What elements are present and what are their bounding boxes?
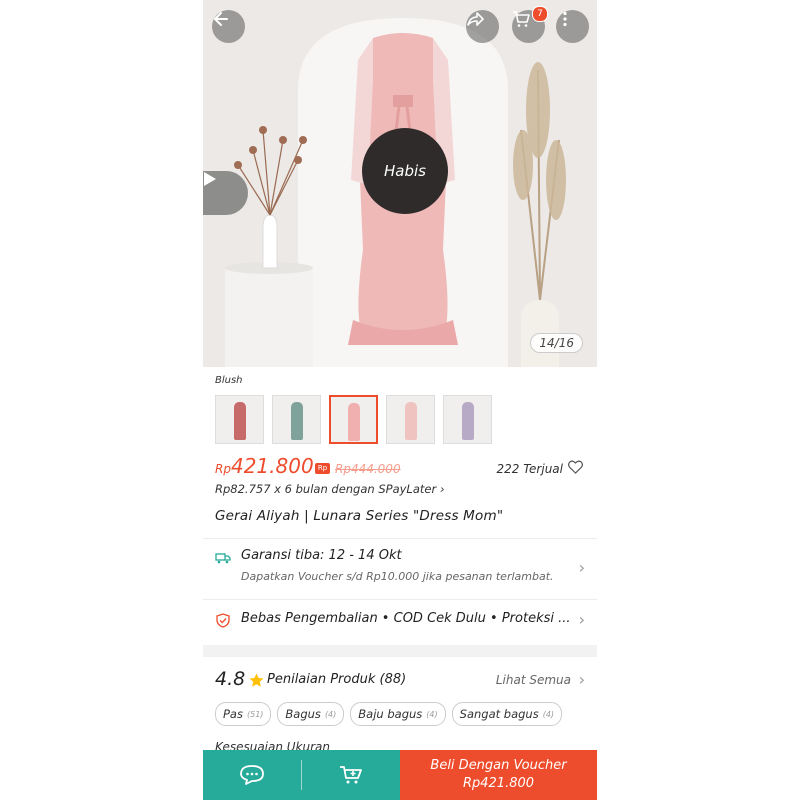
- play-video-button[interactable]: [203, 171, 248, 215]
- cart-count-badge: 7: [532, 6, 548, 22]
- more-button[interactable]: [556, 10, 589, 43]
- heart-icon[interactable]: [568, 460, 583, 474]
- original-price: Rp444.000: [335, 462, 401, 476]
- price: Rp421.800: [215, 454, 314, 478]
- chip-count: (4): [542, 709, 555, 719]
- chevron-right-icon: ›: [578, 670, 585, 689]
- divider: [203, 599, 597, 600]
- share-icon: [467, 12, 484, 26]
- truck-icon: [215, 553, 231, 564]
- shipping-subtitle: Dapatkan Voucher s/d Rp10.000 jika pesan…: [241, 570, 554, 583]
- chip-label: Pas: [223, 707, 243, 721]
- variant-selected-label: Blush: [215, 375, 243, 386]
- share-button[interactable]: [466, 10, 499, 43]
- product-image[interactable]: 7 Habis 14/16: [203, 0, 597, 367]
- see-all-link[interactable]: Lihat Semua: [496, 673, 571, 687]
- product-title: Gerai Aliyah | Lunara Series "Dress Mom": [215, 508, 504, 524]
- price-row: Rp421.800 Rp Rp444.000 222 Terjual: [215, 454, 583, 480]
- soldout-badge: Habis: [362, 128, 448, 214]
- shipping-title: Garansi tiba: 12 - 14 Okt: [241, 548, 402, 563]
- product-page: 7 Habis 14/16 Blush Rp421.800 Rp Rp444.0…: [203, 0, 597, 800]
- rating-score: 4.8: [215, 668, 246, 690]
- price-value: 421.800: [230, 454, 314, 478]
- shield-check-icon: [216, 613, 230, 628]
- price-currency: Rp: [215, 462, 231, 476]
- variant-thumb-4[interactable]: [386, 395, 435, 444]
- variant-thumb-5[interactable]: [443, 395, 492, 444]
- more-vertical-icon: [563, 11, 567, 27]
- image-counter: 14/16: [530, 333, 583, 353]
- add-to-cart-icon: [340, 766, 362, 784]
- add-to-cart-button[interactable]: [302, 750, 400, 800]
- chip-count: (4): [324, 709, 337, 719]
- section-gap: [203, 645, 597, 657]
- rating-label: Penilaian Produk (88): [267, 672, 407, 687]
- buy-button-price: Rp421.800: [462, 776, 535, 791]
- variant-thumb-2[interactable]: [272, 395, 321, 444]
- review-chip-list: Pas (51) Bagus (4) Baju bagus (4) Sangat ba…: [215, 702, 563, 726]
- chat-icon: [240, 765, 264, 785]
- chat-button[interactable]: [203, 750, 301, 800]
- chip-label: Sangat bagus: [459, 707, 539, 721]
- variant-thumb-1[interactable]: [215, 395, 264, 444]
- back-arrow-icon: [214, 12, 228, 26]
- rating-header[interactable]: 4.8 Penilaian Produk (88) Lihat Semua ›: [215, 668, 585, 694]
- chip-count: (51): [246, 709, 264, 719]
- review-chip[interactable]: Baju bagus (4): [350, 702, 446, 726]
- chip-label: Bagus: [285, 707, 321, 721]
- chip-label: Baju bagus: [358, 707, 423, 721]
- review-chip[interactable]: Sangat bagus (4): [451, 702, 563, 726]
- buy-with-voucher-button[interactable]: Beli Dengan Voucher Rp421.800: [400, 750, 597, 800]
- shipping-guarantee-row[interactable]: Garansi tiba: 12 - 14 Okt Dapatkan Vouch…: [215, 548, 585, 592]
- star-icon: [249, 673, 264, 687]
- back-button[interactable]: [212, 10, 245, 43]
- review-chip[interactable]: Pas (51): [215, 702, 272, 726]
- protection-text: Bebas Pengembalian • COD Cek Dulu • Prot…: [241, 611, 571, 626]
- variant-thumb-3[interactable]: [329, 395, 378, 444]
- divider: [203, 538, 597, 539]
- chevron-right-icon: ›: [578, 610, 585, 629]
- variant-list: [215, 395, 492, 444]
- chip-count: (4): [426, 709, 438, 719]
- protection-row[interactable]: Bebas Pengembalian • COD Cek Dulu • Prot…: [215, 610, 585, 633]
- cart-button[interactable]: 7: [512, 6, 548, 43]
- bottom-action-bar: Beli Dengan Voucher Rp421.800: [203, 750, 597, 800]
- buy-button-label: Beli Dengan Voucher: [430, 758, 567, 773]
- spaylater-link[interactable]: Rp82.757 x 6 bulan dengan SPayLater ›: [215, 482, 444, 496]
- sold-count: 222 Terjual: [496, 462, 563, 476]
- coin-tag-icon: Rp: [315, 463, 330, 474]
- chevron-right-icon: ›: [578, 558, 585, 577]
- cart-icon: [513, 11, 530, 27]
- review-chip[interactable]: Bagus (4): [277, 702, 345, 726]
- play-icon: [204, 172, 216, 186]
